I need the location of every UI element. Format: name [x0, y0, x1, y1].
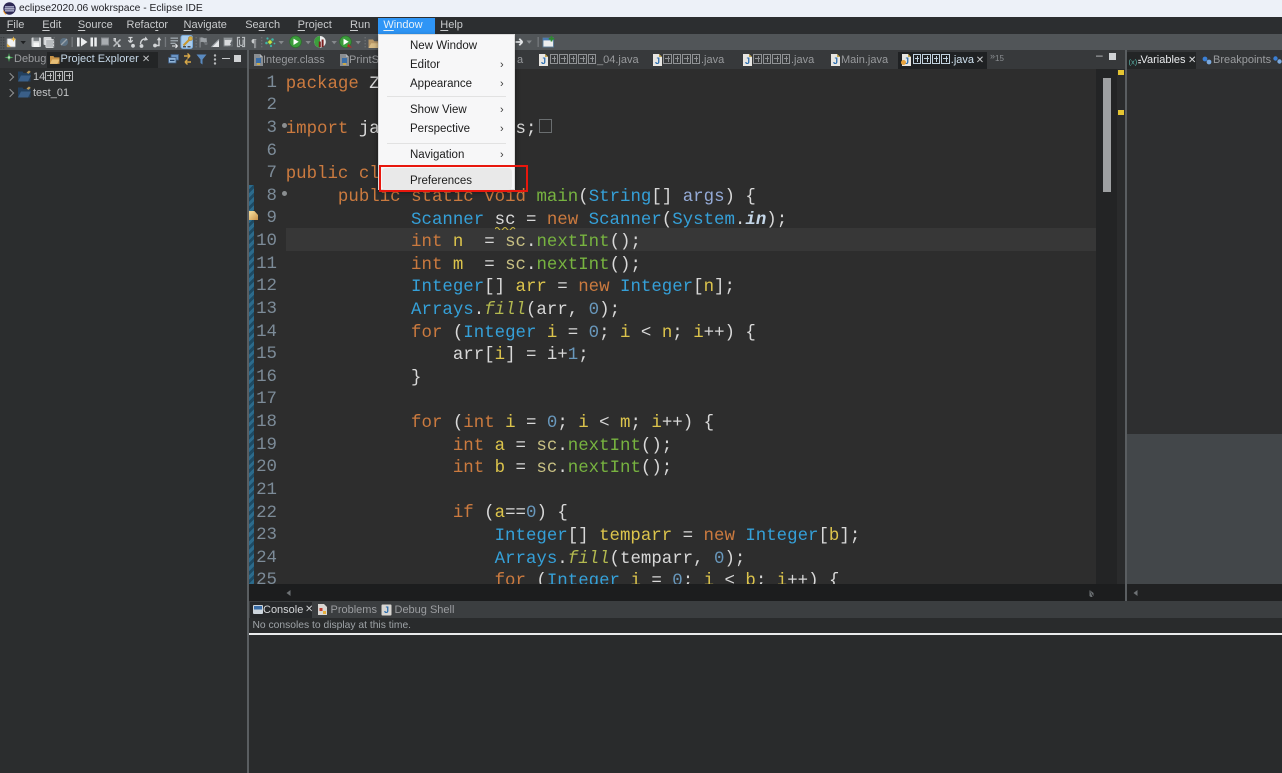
svg-text:J: J [745, 56, 750, 66]
svg-text:J: J [384, 605, 389, 615]
svg-text:J: J [655, 56, 660, 66]
svg-text:¶: ¶ [252, 38, 258, 50]
svg-text:J: J [541, 56, 546, 66]
svg-text:J: J [833, 56, 838, 66]
svg-text:(x): (x) [1129, 57, 1138, 66]
